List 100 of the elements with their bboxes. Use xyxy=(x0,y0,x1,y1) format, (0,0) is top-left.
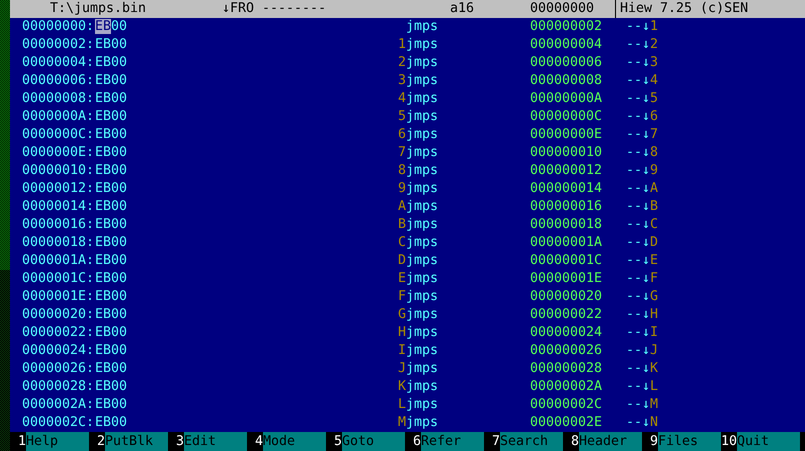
target-label: 8 xyxy=(650,144,658,162)
jump-target: 00000000C xyxy=(530,108,604,126)
jump-target: 00000002E xyxy=(530,414,604,432)
jump-target: 000000010 xyxy=(530,144,604,162)
function-key-button[interactable]: PutBlk xyxy=(105,432,168,451)
function-key-button[interactable]: Goto xyxy=(342,432,405,451)
jump-target: 000000022 xyxy=(530,306,604,324)
jump-label: A xyxy=(398,199,406,214)
mode-indicator: ↓FRO -------- xyxy=(222,0,328,18)
jump-target: 00000001E xyxy=(530,270,604,288)
key-number: 9 xyxy=(648,432,658,450)
hex-bytes: EB00 xyxy=(95,216,128,234)
function-key-button[interactable]: Search xyxy=(500,432,563,451)
target-label: 7 xyxy=(650,126,658,144)
mnemonic: jmps xyxy=(406,234,440,252)
hex-bytes: EB00 xyxy=(95,72,128,90)
jump-label: 4 xyxy=(398,91,406,106)
target-label: J xyxy=(650,342,658,360)
address: 00000026: xyxy=(22,360,95,378)
hex-bytes: EB00 xyxy=(95,36,128,54)
hex-bytes: EB00 xyxy=(95,252,128,270)
mnemonic: jmps xyxy=(406,324,440,342)
jump-label: 3 xyxy=(398,73,406,88)
function-key-button[interactable]: Quit xyxy=(737,432,800,451)
address: 0000002A: xyxy=(22,396,95,414)
key-number: 8 xyxy=(570,432,579,450)
mnemonic: jmps xyxy=(406,288,440,306)
target-label: 1 xyxy=(650,18,658,36)
target-label: D xyxy=(650,234,658,252)
jump-label: M xyxy=(398,415,406,430)
scroll-thumb[interactable] xyxy=(0,0,10,270)
jump-label: L xyxy=(398,397,406,412)
function-key-button[interactable]: Header xyxy=(579,432,642,451)
mnemonic: jmps xyxy=(406,180,440,198)
address: 00000008: xyxy=(22,90,95,108)
target-label: 3 xyxy=(650,54,658,72)
jump-target: 00000000E xyxy=(530,126,604,144)
target-label: 6 xyxy=(650,108,658,126)
function-key-button[interactable]: Files xyxy=(658,432,721,451)
target-label: 5 xyxy=(650,90,658,108)
jump-label: 1 xyxy=(398,37,406,52)
mnemonic: jmps xyxy=(406,252,440,270)
jump-label: 9 xyxy=(398,181,406,196)
jump-target: 00000002A xyxy=(530,378,604,396)
hex-bytes: EB00 xyxy=(95,306,128,324)
hex-bytes: EB00 xyxy=(95,234,128,252)
jump-arrow: --↓ xyxy=(626,288,650,306)
jump-target: 000000014 xyxy=(530,180,604,198)
jump-target: 000000026 xyxy=(530,342,604,360)
address: 00000004: xyxy=(22,54,95,72)
hex-bytes: EB00 xyxy=(95,54,128,72)
address: 00000006: xyxy=(22,72,95,90)
hex-bytes: EB00 xyxy=(95,198,128,216)
hex-bytes: EB00 xyxy=(95,180,128,198)
mnemonic: jmps xyxy=(406,18,440,36)
jump-label: K xyxy=(398,379,406,394)
target-label: I xyxy=(650,324,658,342)
offset: 00000000 xyxy=(530,0,616,18)
hex-bytes: EB00 xyxy=(95,414,128,432)
jump-arrow: --↓ xyxy=(626,342,650,360)
jump-arrow: --↓ xyxy=(626,414,650,432)
jump-label: 6 xyxy=(398,127,406,142)
jump-target: 000000004 xyxy=(530,36,604,54)
mnemonic: jmps xyxy=(406,216,440,234)
jump-target: 000000016 xyxy=(530,198,604,216)
target-label: 2 xyxy=(650,36,658,54)
mnemonic: jmps xyxy=(406,198,440,216)
mnemonic: jmps xyxy=(406,108,440,126)
hex-bytes: EB00 xyxy=(95,342,128,360)
hex-bytes: EB00 xyxy=(95,378,128,396)
address: 0000000C: xyxy=(22,126,95,144)
jump-label: J xyxy=(398,361,406,376)
address: 00000022: xyxy=(22,324,95,342)
scroll-bar[interactable] xyxy=(0,0,10,451)
address: 00000020: xyxy=(22,306,95,324)
target-label: H xyxy=(650,306,658,324)
jump-label: H xyxy=(398,325,406,340)
key-number: 3 xyxy=(174,432,184,450)
function-key-button[interactable]: Refer xyxy=(421,432,484,451)
jump-target: 000000024 xyxy=(530,324,604,342)
jump-arrow: --↓ xyxy=(626,36,650,54)
jump-arrow: --↓ xyxy=(626,396,650,414)
address: 0000001A: xyxy=(22,252,95,270)
function-key-button[interactable]: Mode xyxy=(263,432,326,451)
key-number: 6 xyxy=(412,432,421,450)
function-key-button[interactable]: Edit xyxy=(184,432,247,451)
function-key-button[interactable]: Help xyxy=(26,432,89,451)
target-label: L xyxy=(650,378,658,396)
jump-target: 00000002C xyxy=(530,396,604,414)
hex-bytes: EB00 xyxy=(95,270,128,288)
mnemonic: jmps xyxy=(406,378,440,396)
address: 00000002: xyxy=(22,36,95,54)
hex-bytes: EB00 xyxy=(95,144,128,162)
jump-arrow: --↓ xyxy=(626,216,650,234)
jump-target: 00000000A xyxy=(530,90,604,108)
file-name: T:\jumps.bin xyxy=(50,0,148,18)
hex-bytes: EB00 xyxy=(95,288,128,306)
key-number: 7 xyxy=(490,432,500,450)
mnemonic: jmps xyxy=(406,36,440,54)
hex-bytes: EB00 xyxy=(95,108,128,126)
